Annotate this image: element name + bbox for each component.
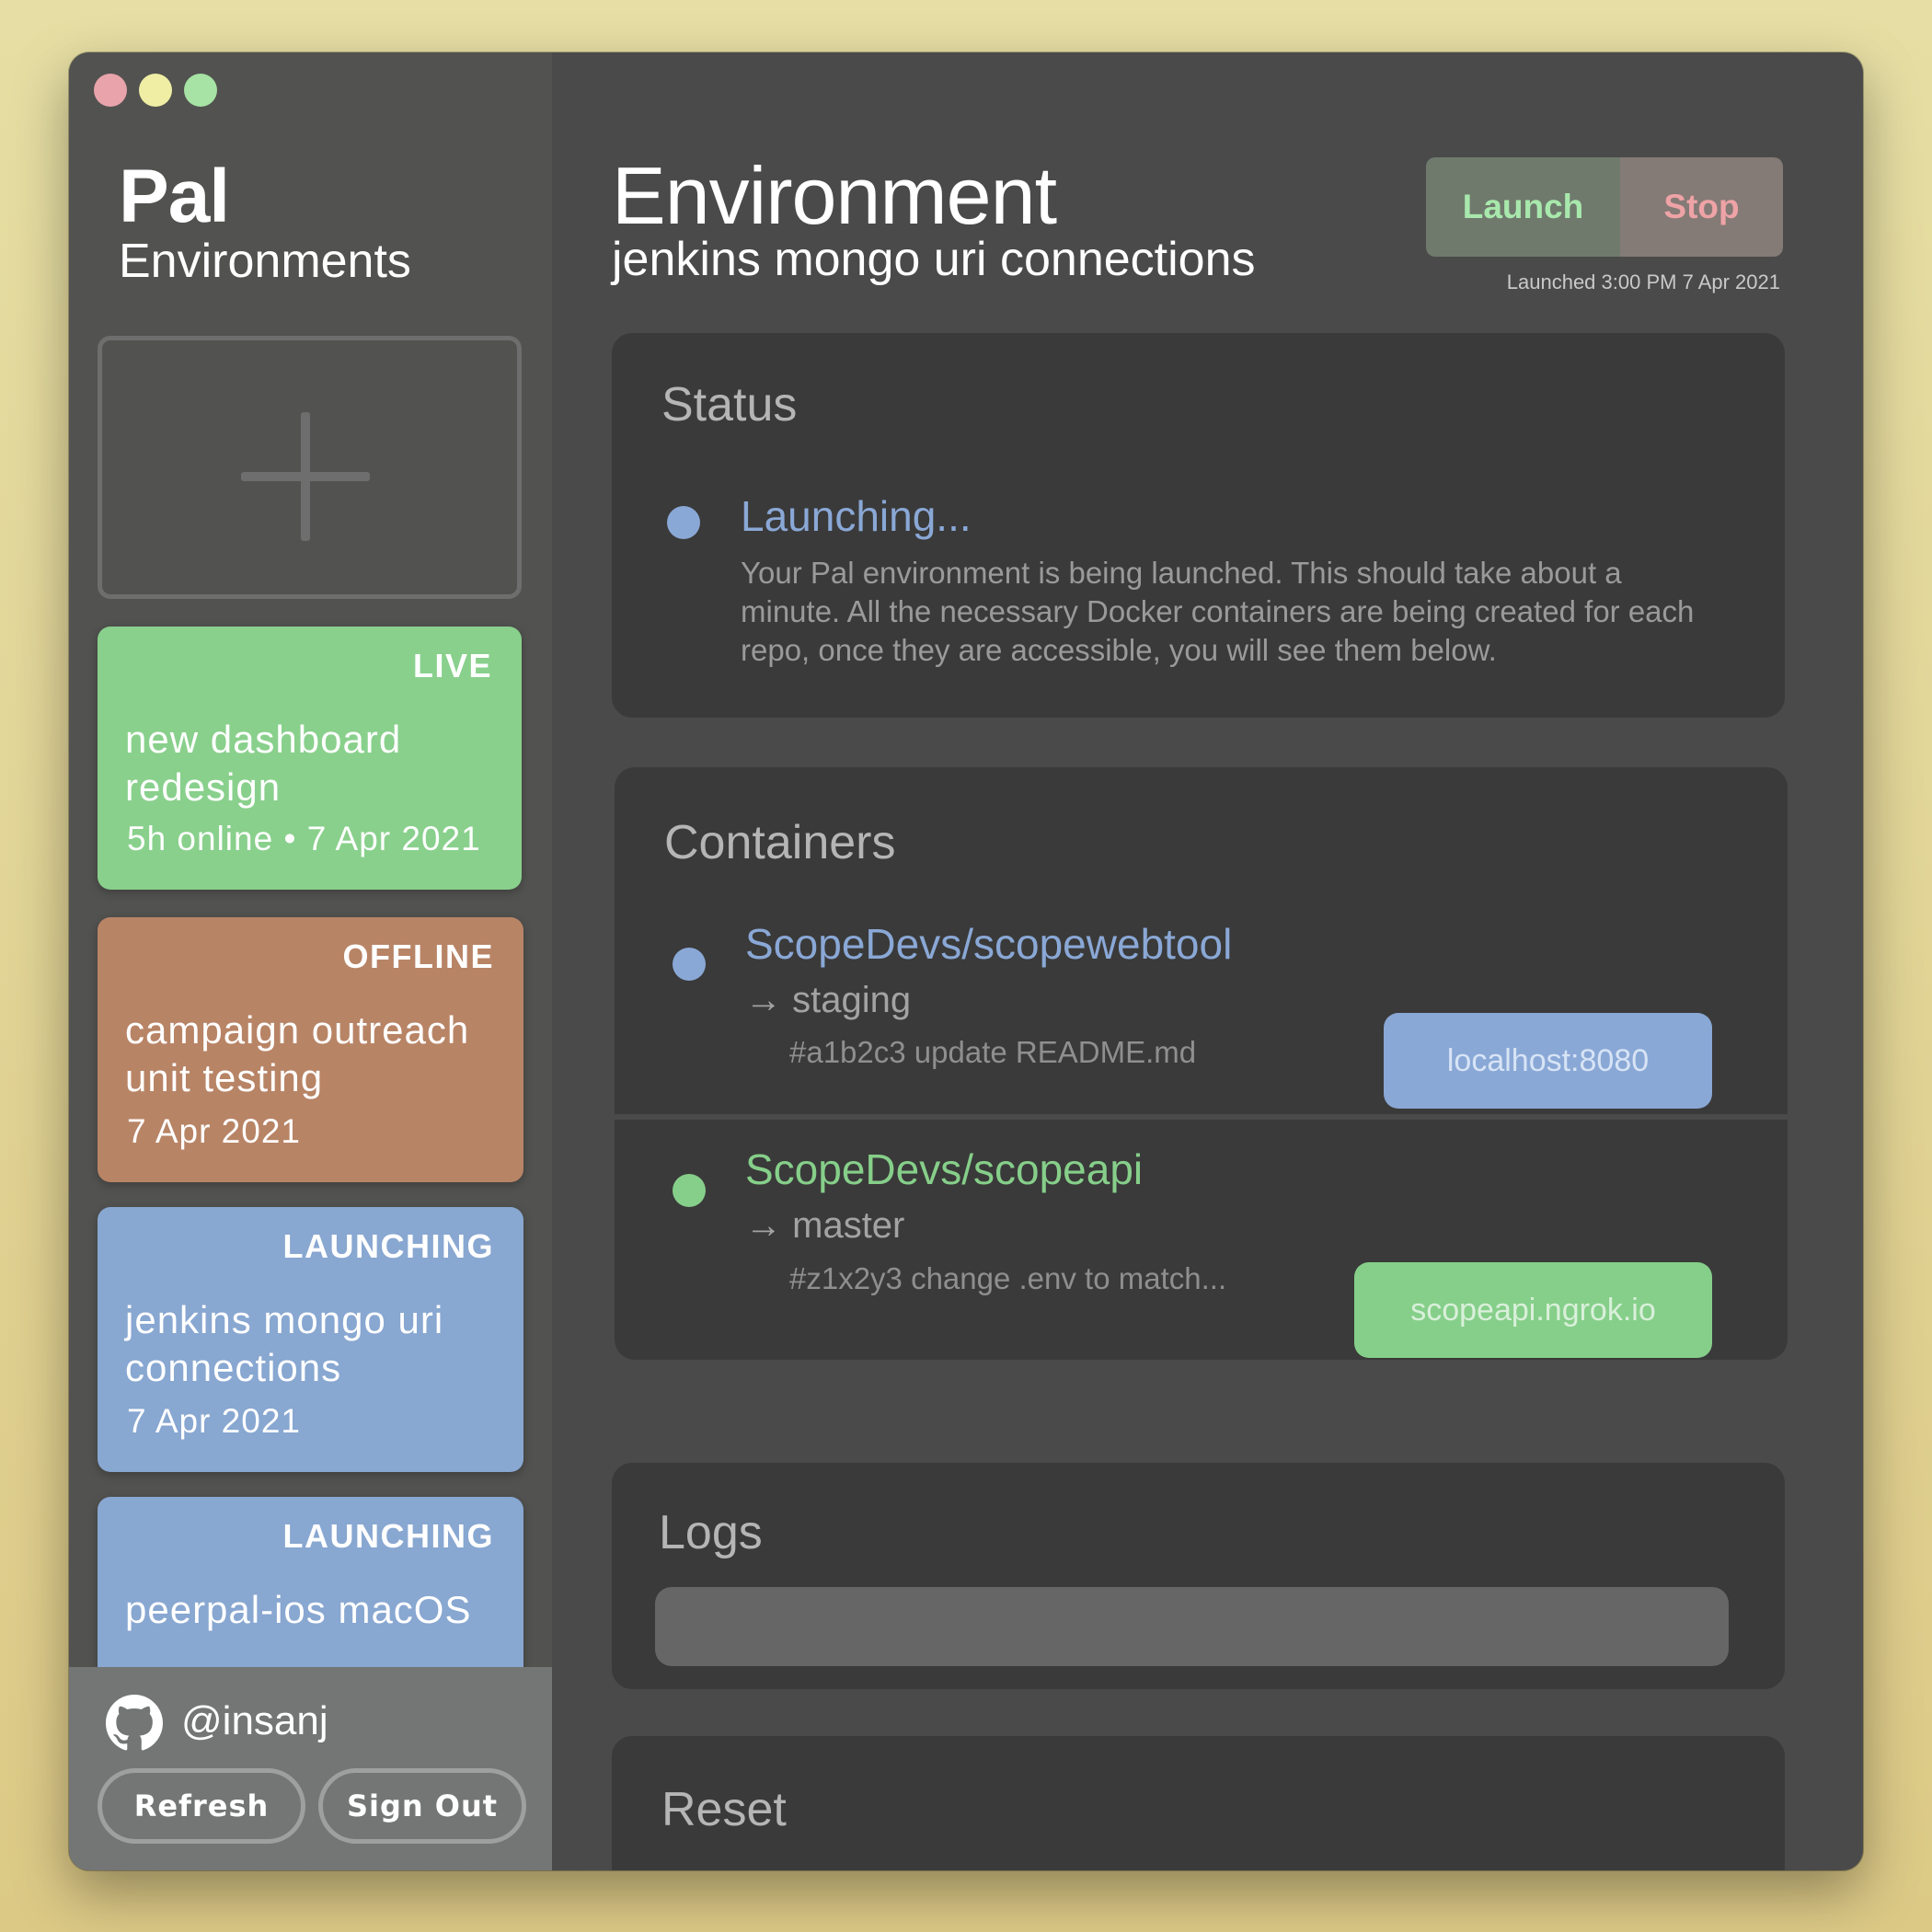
page-subtitle: jenkins mongo uri connections [612, 233, 1256, 286]
environment-status-badge: LAUNCHING [282, 1227, 494, 1265]
environment-card-offline[interactable]: OFFLINE campaign outreach unit testing 7… [98, 917, 523, 1182]
environment-name: peerpal-ios macOS [125, 1588, 472, 1631]
sign-out-button[interactable]: Sign Out [318, 1768, 526, 1844]
environment-name: campaign outreach unit testing [125, 1008, 470, 1099]
environment-name: new dashboard redesign [125, 718, 402, 809]
container-status-dot [673, 1174, 706, 1207]
status-label: Launching... [741, 492, 972, 540]
reset-panel: Reset [612, 1736, 1785, 1870]
status-panel: Status Launching... Your Pal environment… [612, 333, 1785, 718]
container-status-dot [673, 948, 706, 981]
status-description: Your Pal environment is being launched. … [741, 556, 1695, 667]
environment-meta: 5h online • 7 Apr 2021 [127, 820, 481, 857]
app-title: Pal [119, 155, 230, 238]
container-repo: ScopeDevs/scopewebtool [745, 920, 1233, 968]
environment-card-launching-selected[interactable]: LAUNCHING jenkins mongo uri connections … [98, 1207, 523, 1472]
environment-status-badge: LAUNCHING [282, 1517, 494, 1555]
container-url-button[interactable]: localhost:8080 [1384, 1013, 1712, 1109]
github-icon [106, 1695, 163, 1751]
sidebar: Pal Environments LIVE new dashboard rede… [69, 52, 552, 1870]
container-branch: → staging [745, 980, 912, 1020]
arrow-right-icon: → [745, 980, 793, 1020]
launch-button[interactable]: Launch [1426, 157, 1620, 257]
environment-meta: 7 Apr 2021 [127, 1402, 301, 1440]
arrow-right-icon: → [745, 1205, 793, 1246]
new-environment-button[interactable] [98, 336, 522, 599]
container-commit: #a1b2c3 update README.md [789, 1035, 1197, 1069]
app-window: Pal Environments LIVE new dashboard rede… [69, 52, 1863, 1870]
containers-panel: Containers ScopeDevs/scopewebtool → stag… [615, 767, 1788, 1360]
environment-card-live[interactable]: LIVE new dashboard redesign 5h online • … [98, 627, 522, 890]
logs-panel: Logs [612, 1463, 1785, 1689]
container-branch: → master [745, 1205, 905, 1246]
status-indicator-dot [667, 506, 700, 539]
page-title: Environment [612, 150, 1057, 241]
panel-title: Containers [664, 816, 896, 869]
window-controls [94, 74, 217, 107]
refresh-button[interactable]: Refresh [98, 1768, 305, 1844]
app-subtitle: Environments [119, 235, 411, 288]
environment-name: jenkins mongo uri connections [125, 1298, 444, 1389]
environment-status-badge: OFFLINE [342, 937, 494, 975]
zoom-window-button[interactable] [184, 74, 217, 107]
log-output[interactable] [655, 1587, 1729, 1666]
environment-status-badge: LIVE [412, 647, 492, 684]
container-url-button[interactable]: scopeapi.ngrok.io [1354, 1262, 1712, 1358]
account-panel: @insanj Refresh Sign Out [69, 1667, 552, 1870]
github-handle: @insanj [181, 1698, 328, 1743]
environment-meta: 7 Apr 2021 [127, 1112, 301, 1150]
divider [615, 1114, 1788, 1120]
main-content: Environment jenkins mongo uri connection… [552, 52, 1863, 1870]
minimize-window-button[interactable] [139, 74, 172, 107]
panel-title: Logs [659, 1506, 763, 1559]
container-repo: ScopeDevs/scopeapi [745, 1145, 1144, 1193]
launch-stop-control: Launch Stop [1426, 157, 1783, 257]
container-commit: #z1x2y3 change .env to match... [789, 1261, 1227, 1295]
panel-title: Reset [661, 1783, 787, 1836]
close-window-button[interactable] [94, 74, 127, 107]
panel-title: Status [661, 378, 798, 431]
launched-timestamp: Launched 3:00 PM 7 Apr 2021 [1506, 270, 1780, 293]
stop-button[interactable]: Stop [1620, 157, 1783, 257]
